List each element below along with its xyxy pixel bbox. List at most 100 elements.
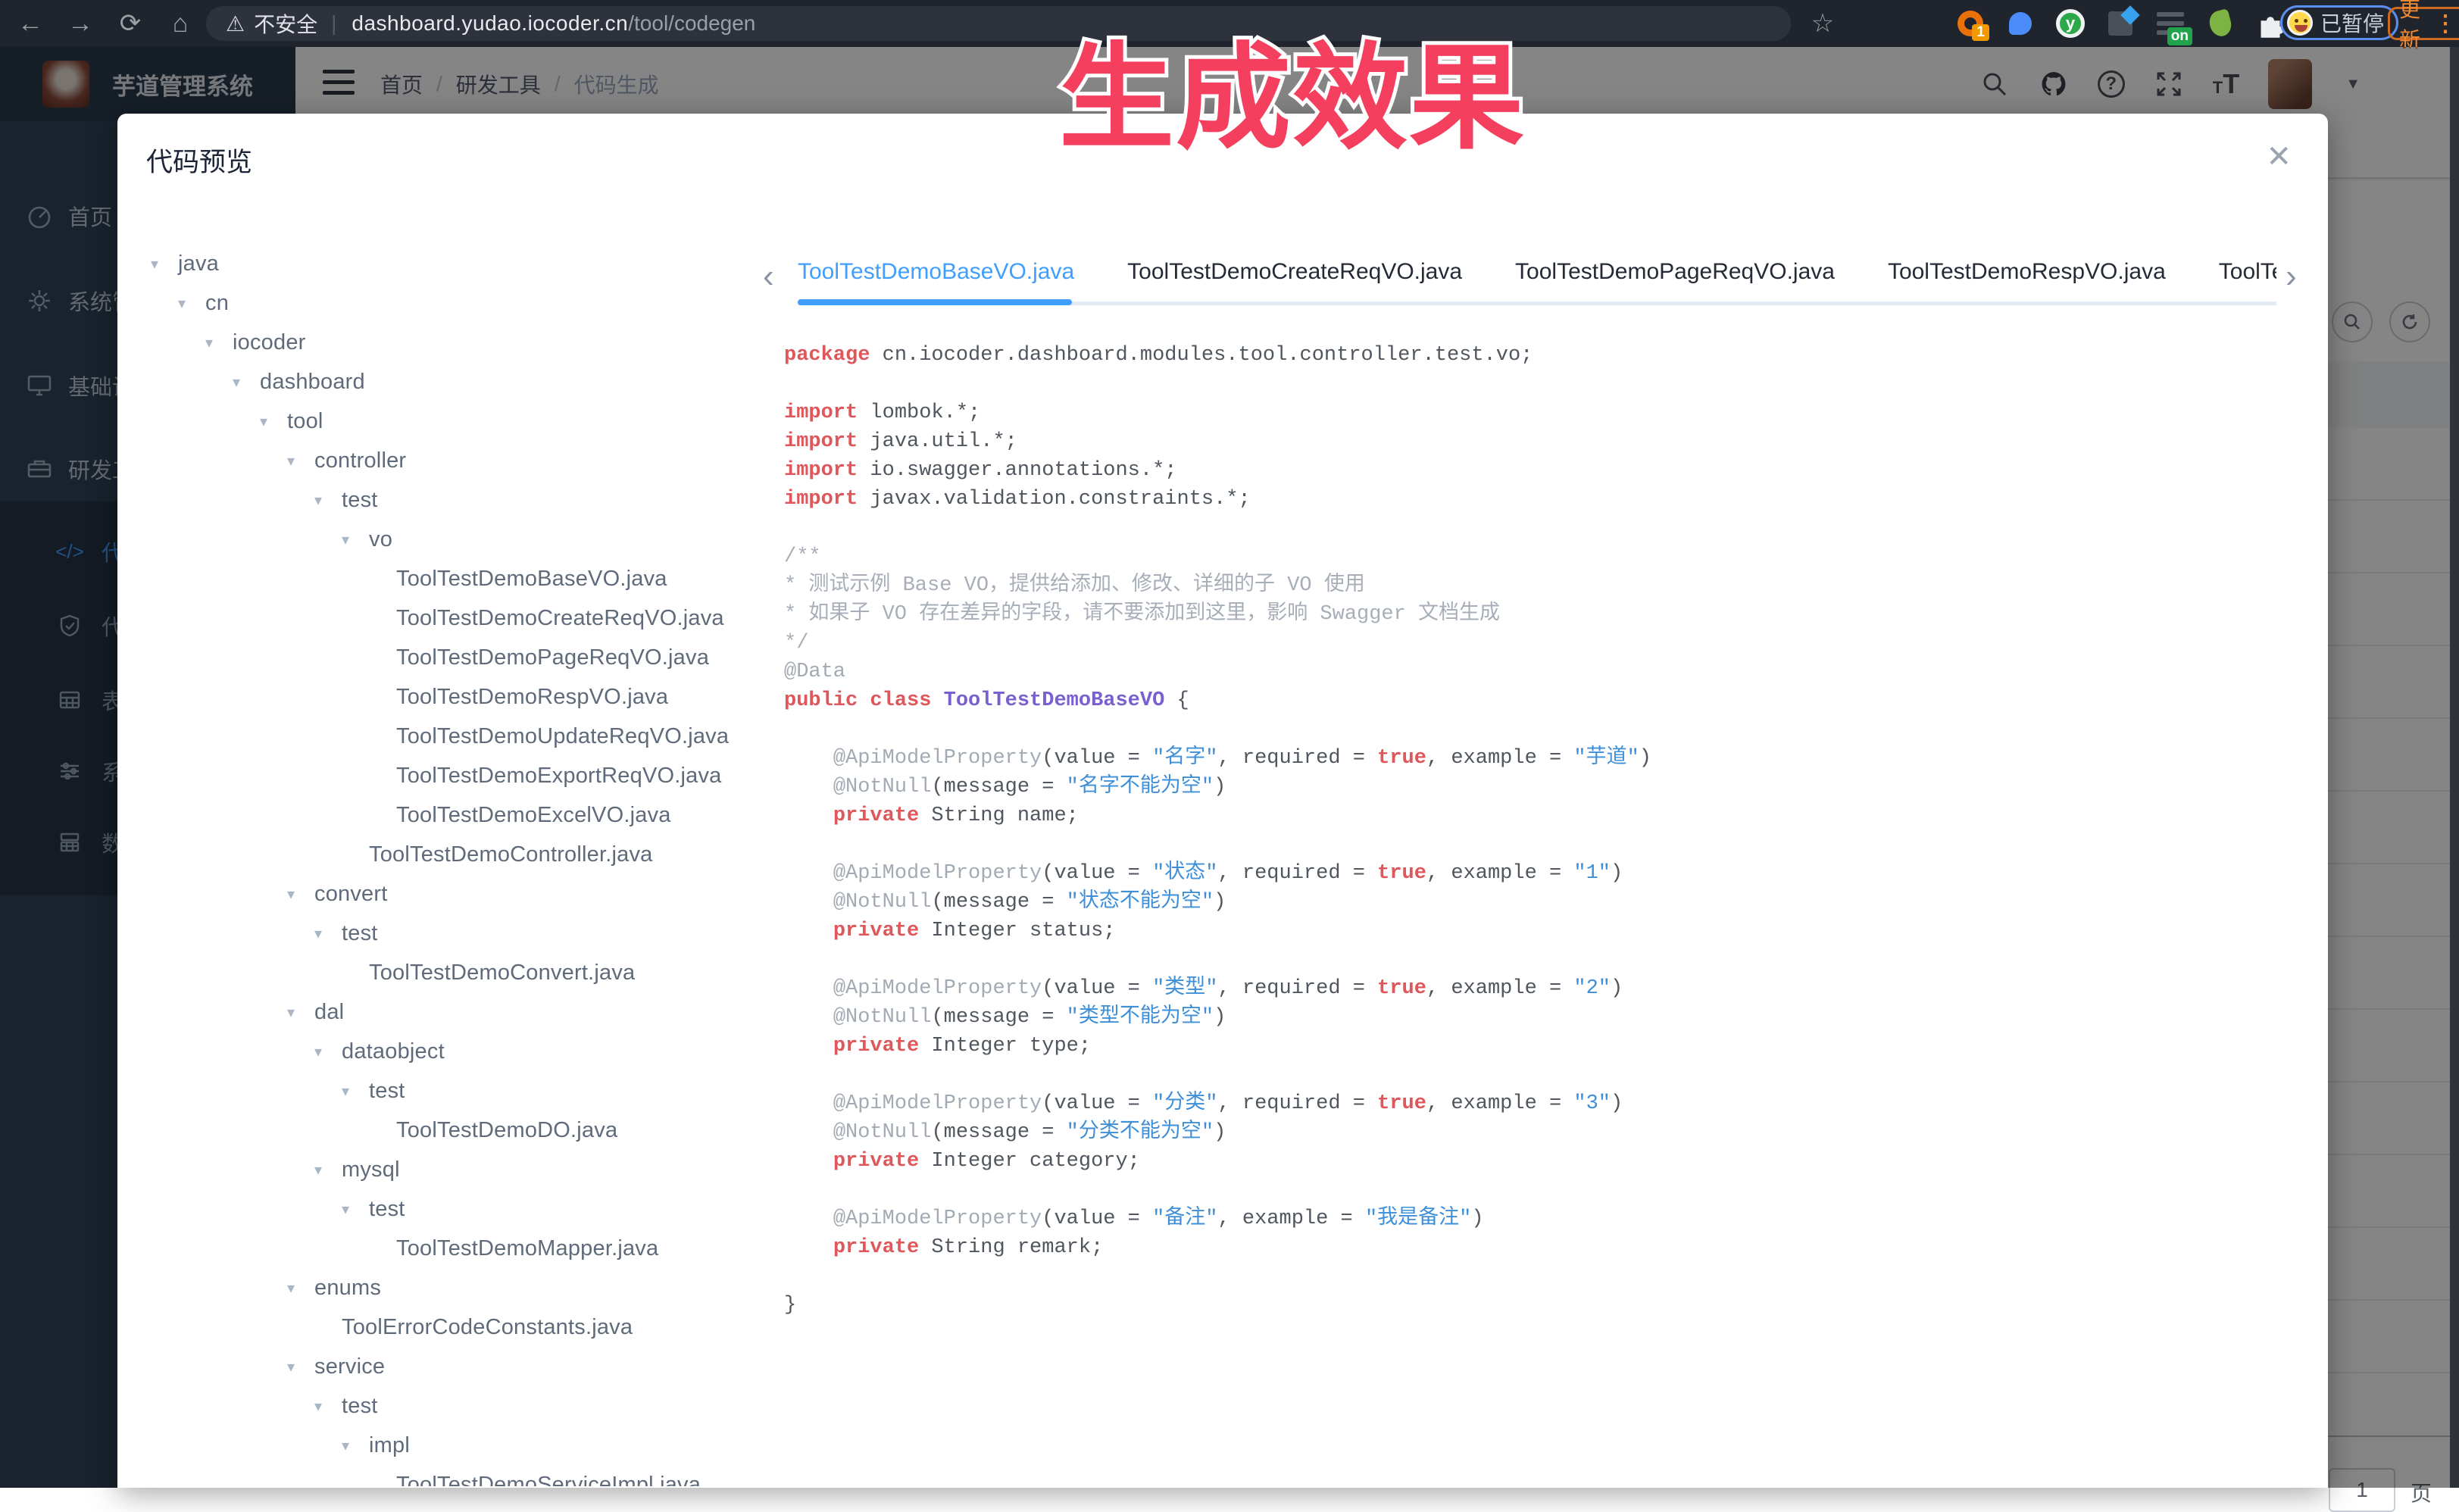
tab-update-req-vo[interactable]: ToolTestDemoUpdateReqVO.java [2219,250,2276,294]
annotation-text: 生成效果 [1059,5,1526,171]
squares-extension-icon[interactable] [2104,8,2136,39]
tree-folder[interactable]: ▾tool [151,401,757,441]
caret-down-icon[interactable]: ▾ [151,255,178,273]
tree-node-label: ToolTestDemoPageReqVO.java [396,645,709,670]
caret-down-icon[interactable]: ▾ [287,1279,314,1298]
tree-folder[interactable]: ▾cn [151,283,757,323]
tree-node-label: test [369,1197,405,1222]
caret-down-icon[interactable]: ▾ [287,1003,314,1022]
emoji-avatar-icon [2287,10,2313,36]
tree-folder[interactable]: ▾dashboard [151,362,757,401]
caret-down-icon[interactable]: ▾ [314,491,342,510]
tree-node-label: ToolTestDemoCreateReqVO.java [396,606,724,631]
browser-back-icon[interactable]: ← [11,0,50,47]
tree-file[interactable]: ToolTestDemoPageReqVO.java [151,638,757,677]
tree-file[interactable]: ToolErrorCodeConstants.java [151,1307,757,1347]
browser-reload-icon[interactable]: ⟳ [111,0,150,47]
caret-down-icon[interactable]: ▾ [233,373,260,392]
tree-file[interactable]: ToolTestDemoUpdateReqVO.java [151,717,757,756]
tree-file[interactable]: ToolTestDemoServiceImpl.java [151,1465,757,1486]
file-tree: ▾java▾cn▾iocoder▾dashboard▾tool▾controll… [151,244,757,1486]
tree-node-label: ToolTestDemoController.java [369,842,653,867]
tab-page-req-vo[interactable]: ToolTestDemoPageReqVO.java [1515,250,1835,294]
caret-down-icon[interactable]: ▾ [205,333,233,352]
tree-folder[interactable]: ▾mysql [151,1150,757,1189]
tree-folder[interactable]: ▾enums [151,1268,757,1307]
tab-base-vo[interactable]: ToolTestDemoBaseVO.java [798,250,1074,294]
tree-file[interactable]: ToolTestDemoConvert.java [151,953,757,992]
tree-folder[interactable]: ▾service [151,1347,757,1386]
close-icon[interactable]: ✕ [2266,139,2292,174]
tree-node-label: java [178,251,219,276]
tree-node-label: ToolTestDemoUpdateReqVO.java [396,724,729,749]
tree-node-label: ToolErrorCodeConstants.java [342,1315,633,1340]
address-bar[interactable]: ⚠ 不安全 | dashboard.yudao.iocoder.cn/tool/… [206,6,1791,41]
caret-down-icon[interactable]: ▾ [342,1200,369,1219]
caret-down-icon[interactable]: ▾ [314,1161,342,1179]
caret-down-icon[interactable]: ▾ [342,1436,369,1455]
tree-file[interactable]: ToolTestDemoMapper.java [151,1229,757,1268]
privacy-extension-icon[interactable]: 1 [1954,8,1986,39]
caret-down-icon[interactable]: ▾ [287,451,314,470]
sprout-extension-icon[interactable] [2204,8,2236,39]
tree-file[interactable]: ToolTestDemoController.java [151,835,757,874]
squares-diamond-icon [2108,11,2132,36]
tree-node-label: dal [314,1000,344,1025]
caret-down-icon[interactable]: ▾ [287,885,314,904]
tree-folder[interactable]: ▾test [151,914,757,953]
pin-extension-icon[interactable] [2004,8,2036,39]
tabs-active-underline [798,299,1072,305]
list-extension-icon[interactable]: on [2154,8,2186,39]
tree-folder[interactable]: ▾java [151,244,757,283]
bookmark-star-icon[interactable]: ☆ [1803,0,1842,47]
browser-home-icon[interactable]: ⌂ [161,0,200,47]
tree-node-label: ToolTestDemoBaseVO.java [396,567,667,592]
tree-folder[interactable]: ▾test [151,1071,757,1111]
tree-file[interactable]: ToolTestDemoExcelVO.java [151,795,757,835]
tree-folder[interactable]: ▾test [151,1386,757,1426]
tree-folder[interactable]: ▾vo [151,520,757,559]
tree-file[interactable]: ToolTestDemoDO.java [151,1111,757,1150]
security-label[interactable]: 不安全 [254,8,317,39]
tree-folder[interactable]: ▾test [151,480,757,520]
caret-down-icon[interactable]: ▾ [260,412,287,431]
tree-node-label: test [342,921,378,946]
tree-node-label: ToolTestDemoDO.java [396,1118,617,1143]
caret-down-icon[interactable]: ▾ [314,1042,342,1061]
caret-down-icon[interactable]: ▾ [342,530,369,549]
dialog-title: 代码预览 [146,141,252,180]
browser-menu-icon[interactable]: ⋮ [2434,11,2457,37]
tree-file[interactable]: ToolTestDemoCreateReqVO.java [151,598,757,638]
extension-badge: 1 [1972,24,1989,41]
browser-forward-icon[interactable]: → [61,0,100,47]
scrollbar[interactable] [2450,47,2459,1488]
tree-folder[interactable]: ▾controller [151,441,757,480]
code-view[interactable]: package cn.iocoder.dashboard.modules.too… [784,341,2292,1462]
browser-update-button[interactable]: 更新 ⋮ [2388,7,2459,40]
sprout-icon [2207,8,2234,39]
tree-folder[interactable]: ▾dataobject [151,1032,757,1071]
tree-folder[interactable]: ▾convert [151,874,757,914]
tree-folder[interactable]: ▾impl [151,1426,757,1465]
tree-folder[interactable]: ▾dal [151,992,757,1032]
tree-node-label: ToolTestDemoConvert.java [369,961,635,986]
caret-down-icon[interactable]: ▾ [287,1357,314,1376]
tree-file[interactable]: ToolTestDemoBaseVO.java [151,559,757,598]
tabs-prev-icon[interactable]: ‹ [763,258,774,295]
tree-folder[interactable]: ▾test [151,1189,757,1229]
tree-node-label: ToolTestDemoServiceImpl.java [396,1473,701,1487]
tab-resp-vo[interactable]: ToolTestDemoRespVO.java [1888,250,2166,294]
profile-paused-chip[interactable]: 已暂停 [2280,5,2398,40]
caret-down-icon[interactable]: ▾ [314,924,342,943]
tree-file[interactable]: ToolTestDemoExportReqVO.java [151,756,757,795]
paused-label: 已暂停 [2320,8,2384,38]
caret-down-icon[interactable]: ▾ [342,1082,369,1101]
tab-create-req-vo[interactable]: ToolTestDemoCreateReqVO.java [1127,250,1462,294]
tabs-next-icon[interactable]: › [2286,258,2297,295]
caret-down-icon[interactable]: ▾ [178,294,205,313]
tree-folder[interactable]: ▾iocoder [151,323,757,362]
caret-down-icon[interactable]: ▾ [314,1397,342,1416]
tree-file[interactable]: ToolTestDemoRespVO.java [151,677,757,717]
green-extension-icon[interactable]: y [2054,8,2086,39]
tree-node-label: ToolTestDemoMapper.java [396,1236,658,1261]
